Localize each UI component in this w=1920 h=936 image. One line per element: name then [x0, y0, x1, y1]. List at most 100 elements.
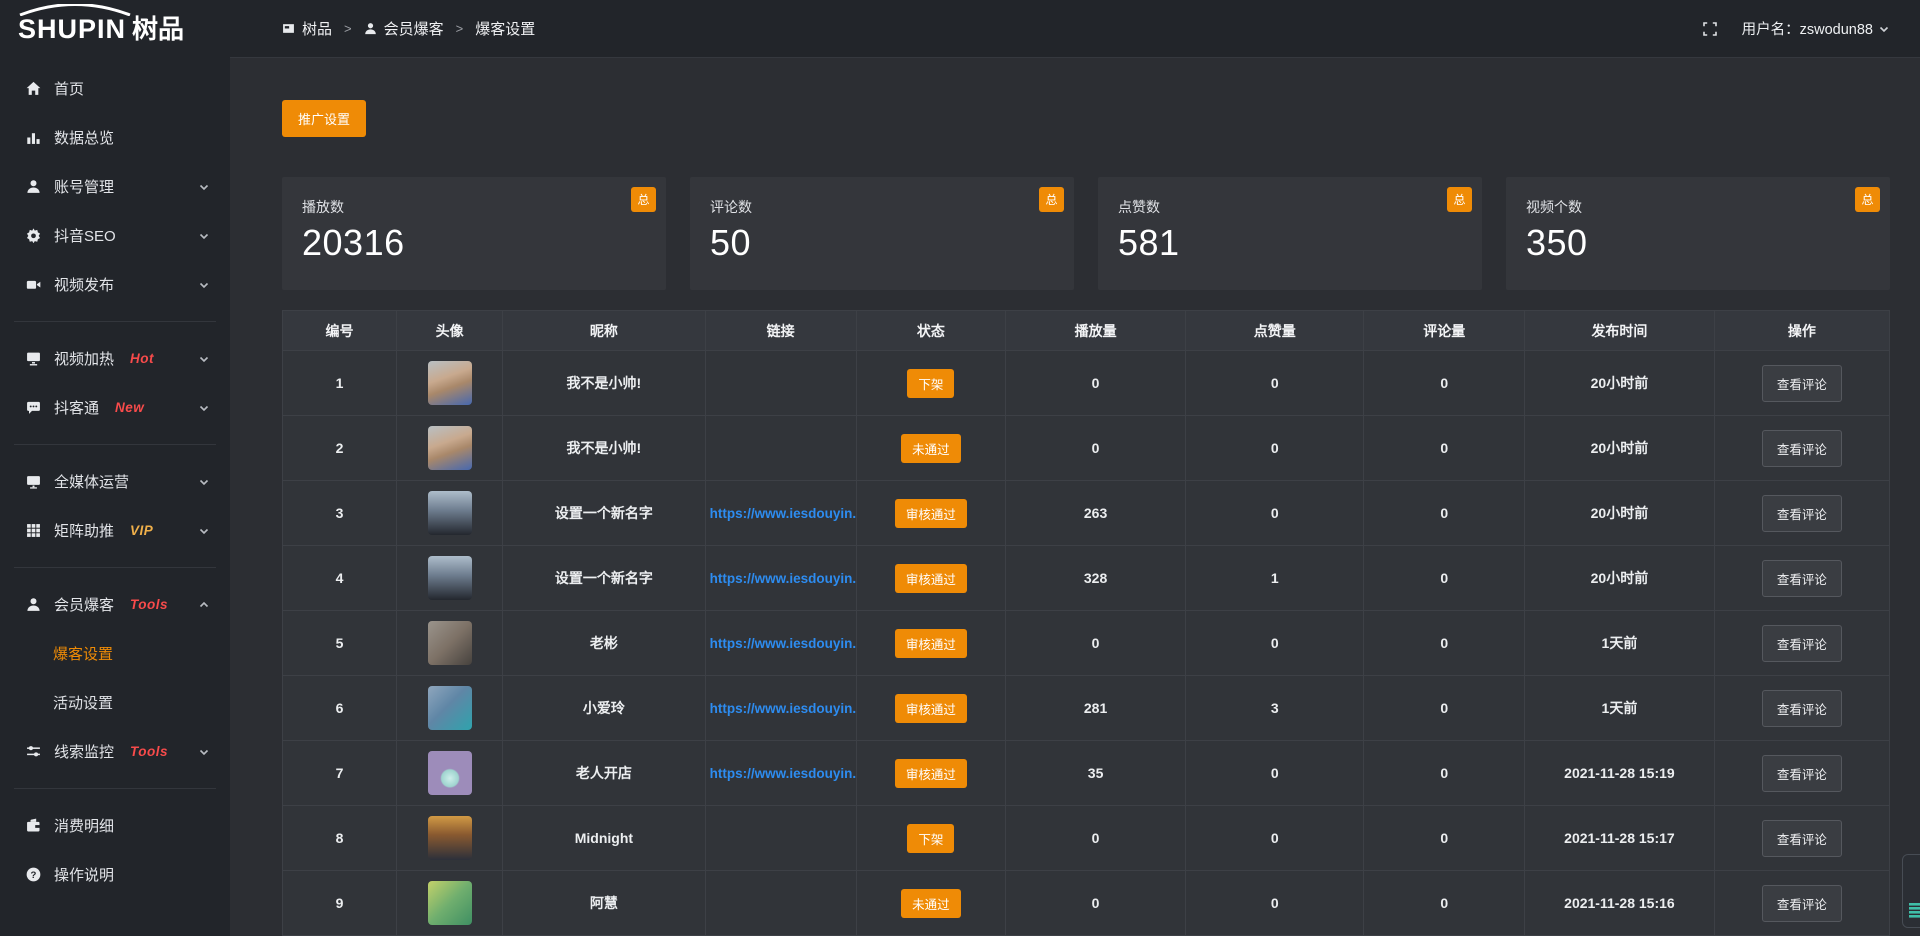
cell-status: 审核通过: [856, 546, 1005, 611]
cell-action: 查看评论: [1714, 676, 1889, 741]
cell-id: 8: [283, 806, 397, 871]
cell-comments: 0: [1364, 611, 1525, 676]
sidebar-item-douketong[interactable]: 抖客通 New: [0, 383, 230, 432]
sidebar-item-home[interactable]: 首页: [0, 64, 230, 113]
monitor-icon: [26, 474, 41, 489]
sidebar-subitem-baoke-settings[interactable]: 爆客设置: [0, 629, 230, 678]
cell-time: 1天前: [1525, 676, 1715, 741]
cell-avatar: [397, 481, 503, 546]
floating-widget[interactable]: [1902, 854, 1920, 928]
cell-status: 下架: [856, 351, 1005, 416]
sidebar-item-video-publish[interactable]: 视频发布: [0, 260, 230, 309]
column-header: 编号: [283, 311, 397, 351]
cell-avatar: [397, 676, 503, 741]
column-header: 发布时间: [1525, 311, 1715, 351]
promotion-settings-button[interactable]: 推广设置: [282, 100, 366, 137]
sidebar-item-matrix-boost[interactable]: 矩阵助推 VIP: [0, 506, 230, 555]
stacked-bars-icon: [1909, 903, 1920, 921]
window-icon: [282, 22, 295, 35]
table-row: 3 设置一个新名字 https://www.iesdouyin.c 审核通过 2…: [283, 481, 1890, 546]
cell-time: 20小时前: [1525, 351, 1715, 416]
status-badge: 审核通过: [895, 564, 967, 593]
view-comments-button[interactable]: 查看评论: [1762, 430, 1842, 467]
svg-text:?: ?: [31, 870, 37, 881]
video-link[interactable]: https://www.iesdouyin.c: [706, 506, 856, 521]
cell-nickname: 小爱玲: [503, 676, 705, 741]
cell-nickname: 阿慧: [503, 871, 705, 936]
cell-plays: 328: [1006, 546, 1186, 611]
video-link[interactable]: https://www.iesdouyin.c: [706, 571, 856, 586]
cell-avatar: [397, 351, 503, 416]
table-row: 9 阿慧 未通过 0 0 0 202: [283, 871, 1890, 936]
sidebar-item-data-overview[interactable]: 数据总览: [0, 113, 230, 162]
cell-status: 下架: [856, 806, 1005, 871]
cell-link: [705, 806, 856, 871]
sidebar-item-instructions[interactable]: ? 操作说明: [0, 850, 230, 899]
table-row: 4 设置一个新名字 https://www.iesdouyin.c 审核通过 3…: [283, 546, 1890, 611]
video-link[interactable]: https://www.iesdouyin.c: [706, 701, 856, 716]
cell-status: 未通过: [856, 871, 1005, 936]
user-menu[interactable]: 用户名：zswodun88: [1742, 18, 1890, 39]
cell-avatar: [397, 871, 503, 936]
sidebar-item-all-media-operation[interactable]: 全媒体运营: [0, 457, 230, 506]
view-comments-button[interactable]: 查看评论: [1762, 560, 1842, 597]
breadcrumb-member-baoke[interactable]: 会员爆客: [364, 18, 444, 39]
view-comments-button[interactable]: 查看评论: [1762, 885, 1842, 922]
brand-logo: SHUPIN 树品: [0, 0, 230, 58]
cell-link: https://www.iesdouyin.c: [705, 611, 856, 676]
cell-time: 2021-11-28 15:16: [1525, 871, 1715, 936]
sidebar-item-member-baoke[interactable]: 会员爆客 Tools: [0, 580, 230, 629]
avatar: [428, 361, 472, 405]
breadcrumb-home[interactable]: 树品: [282, 18, 332, 39]
sidebar-item-douyin-seo[interactable]: 抖音SEO: [0, 211, 230, 260]
status-badge: 审核通过: [895, 499, 967, 528]
cell-likes: 3: [1186, 676, 1364, 741]
avatar: [428, 556, 472, 600]
cell-likes: 0: [1186, 481, 1364, 546]
cell-action: 查看评论: [1714, 741, 1889, 806]
cell-link: https://www.iesdouyin.c: [705, 676, 856, 741]
view-comments-button[interactable]: 查看评论: [1762, 820, 1842, 857]
breadcrumb-separator: >: [456, 21, 464, 36]
sidebar-item-consumption-details[interactable]: 消费明细: [0, 801, 230, 850]
sidebar-item-clue-monitoring[interactable]: 线索监控 Tools: [0, 727, 230, 776]
column-header: 操作: [1714, 311, 1889, 351]
sidebar-item-video-heating[interactable]: 视频加热 Hot: [0, 334, 230, 383]
avatar: [428, 816, 472, 860]
view-comments-button[interactable]: 查看评论: [1762, 755, 1842, 792]
fullscreen-icon[interactable]: [1702, 21, 1718, 37]
tools-tag: Tools: [130, 744, 168, 759]
cell-id: 7: [283, 741, 397, 806]
cell-comments: 0: [1364, 871, 1525, 936]
status-badge: 审核通过: [895, 694, 967, 723]
cell-nickname: 我不是小帅!: [503, 351, 705, 416]
table-row: 6 小爱玲 https://www.iesdouyin.c 审核通过 281 3: [283, 676, 1890, 741]
table-header-row: 编号 头像 昵称 链接 状态 播放量 点赞量 评论量: [283, 311, 1890, 351]
cell-plays: 0: [1006, 351, 1186, 416]
bar-chart-icon: [26, 130, 41, 145]
cell-action: 查看评论: [1714, 351, 1889, 416]
video-table: 编号 头像 昵称 链接 状态 播放量 点赞量 评论量: [282, 310, 1890, 936]
cell-time: 20小时前: [1525, 416, 1715, 481]
cell-nickname: 老彬: [503, 611, 705, 676]
cell-link: https://www.iesdouyin.c: [705, 741, 856, 806]
video-link[interactable]: https://www.iesdouyin.c: [706, 766, 856, 781]
column-header: 评论量: [1364, 311, 1525, 351]
column-header: 点赞量: [1186, 311, 1364, 351]
video-link[interactable]: https://www.iesdouyin.c: [706, 636, 856, 651]
view-comments-button[interactable]: 查看评论: [1762, 365, 1842, 402]
view-comments-button[interactable]: 查看评论: [1762, 495, 1842, 532]
column-header: 状态: [856, 311, 1005, 351]
view-comments-button[interactable]: 查看评论: [1762, 625, 1842, 662]
sidebar-item-account-management[interactable]: 账号管理: [0, 162, 230, 211]
cell-id: 1: [283, 351, 397, 416]
stat-label: 播放数: [302, 197, 666, 217]
sidebar-subitem-activity-settings[interactable]: 活动设置: [0, 678, 230, 727]
cell-status: 未通过: [856, 416, 1005, 481]
view-comments-button[interactable]: 查看评论: [1762, 690, 1842, 727]
person-icon: [26, 597, 41, 612]
cell-id: 4: [283, 546, 397, 611]
cell-avatar: [397, 741, 503, 806]
cell-nickname: 我不是小帅!: [503, 416, 705, 481]
cell-id: 6: [283, 676, 397, 741]
